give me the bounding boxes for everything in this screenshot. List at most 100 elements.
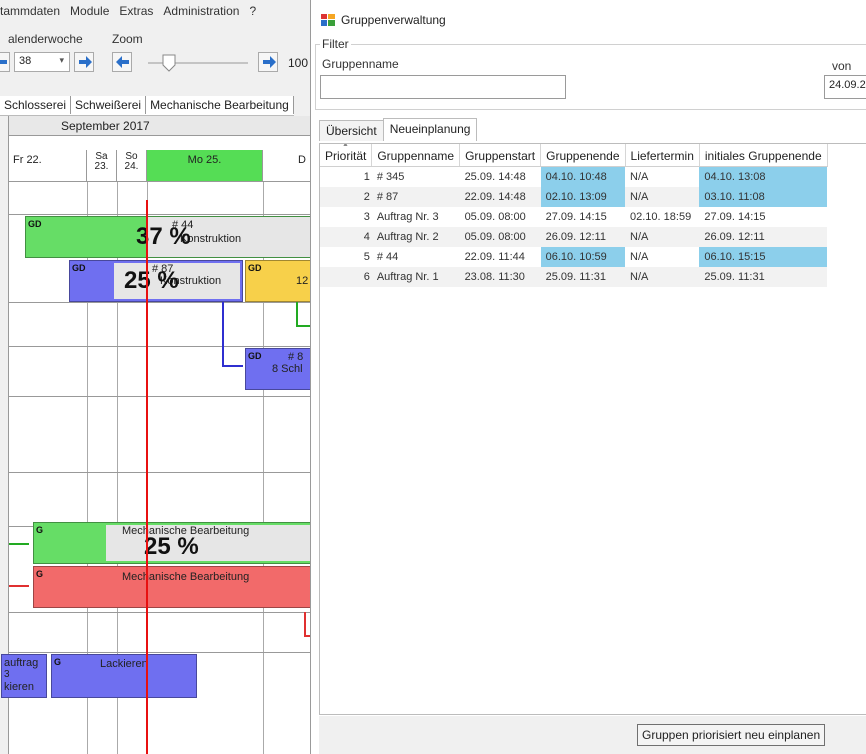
filter-label: Filter (320, 37, 351, 51)
column-header-initial-group-end[interactable]: initiales Gruppenende (699, 144, 828, 167)
menu-administration[interactable]: Administration (163, 4, 239, 18)
cell-priority: 2 (363, 190, 370, 203)
bar-percent: 25 % (144, 533, 199, 560)
menu-extras[interactable]: Extras (119, 4, 153, 18)
zoom-out-button[interactable] (112, 52, 132, 72)
cell-group-name: Auftrag Nr. 1 (376, 270, 439, 283)
menu-bar: tammdaten Module Extras Administration? (0, 4, 266, 22)
cell-priority: 5 (363, 250, 370, 263)
from-date-input[interactable]: 24.09.2 (824, 75, 866, 99)
table-row[interactable]: 1 # 345 25.09. 14:48 04.10. 10:48 N/A 04… (320, 166, 828, 187)
department-tabs: Schlosserei Schweißerei Mechanische Bearbe… (0, 96, 294, 116)
bar-label: Mechanische Bearbeitung (122, 571, 250, 583)
group-name-input[interactable] (320, 75, 566, 99)
cell-group-start: 25.09. 14:48 (464, 170, 526, 183)
group-name-label: Gruppenname (322, 57, 399, 71)
dialog-title: Gruppenverwaltung (341, 13, 446, 27)
cell-delivery-date: 02.10. 18:59 (630, 210, 692, 223)
cell-group-name: # 87 (376, 190, 399, 203)
table-header-row: ▲ Priorität Gruppenname Gruppenstart Grup… (320, 143, 828, 167)
gantt-bar[interactable]: G Lackieren (51, 654, 197, 698)
group-management-dialog: Gruppenverwaltung Filter Gruppenname von… (310, 0, 866, 754)
column-header-group-start[interactable]: Gruppenstart (459, 144, 542, 167)
bar-label: Lackieren (100, 658, 148, 670)
week-forward-button[interactable] (74, 52, 94, 72)
tab-uebersicht[interactable]: Übersicht (319, 120, 384, 141)
from-date-label: von (832, 59, 852, 73)
gantt-bar[interactable]: G Mechanische Bearbeitung (33, 566, 310, 608)
cell-priority: 3 (363, 210, 370, 223)
table-row[interactable]: 6 Auftrag Nr. 1 23.08. 11:30 25.09. 11:3… (320, 266, 828, 287)
menu-help[interactable]: ? (249, 4, 256, 18)
dialog-titlebar: Gruppenverwaltung (321, 10, 446, 30)
zoom-in-button[interactable] (258, 52, 278, 72)
cell-delivery-date: N/A (630, 230, 649, 243)
cell-group-end: 02.10. 13:09 (540, 186, 626, 207)
background-planning-app: tammdaten Module Extras Administration? ale… (0, 0, 310, 754)
groups-table: ▲ Priorität Gruppenname Gruppenstart Grup… (320, 144, 828, 287)
cell-group-end: 04.10. 10:48 (540, 166, 626, 187)
cell-priority: 4 (363, 230, 370, 243)
gantt-bar[interactable]: auftrag 3 kieren (1, 654, 47, 698)
cell-group-end: 27.09. 14:15 (545, 210, 607, 223)
arrow-left-icon (116, 56, 129, 68)
cell-group-name: Auftrag Nr. 3 (376, 210, 439, 223)
arrow-right-icon (263, 56, 276, 68)
column-header-group-name[interactable]: Gruppenname (371, 144, 461, 167)
gantt-bar[interactable]: G Mechanische Bearbeitung 25 % (33, 522, 310, 564)
menu-module[interactable]: Module (70, 4, 109, 18)
tab-neueinplanung[interactable]: Neueinplanung (382, 118, 478, 141)
cell-delivery-date: N/A (630, 250, 649, 263)
column-header-priority[interactable]: ▲ Priorität (320, 143, 373, 167)
week-select[interactable]: 38 ▾ (14, 52, 70, 72)
gd-icon: G (36, 525, 44, 535)
table-row[interactable]: 4 Auftrag Nr. 2 05.09. 08:00 26.09. 12:1… (320, 226, 828, 247)
column-header-label: Priorität (325, 149, 367, 163)
gantt-chart: September 2017 Fr 22. Sa 23. So 24. Mo 2… (1, 116, 310, 754)
current-time-line (146, 200, 148, 754)
gd-icon: G (36, 569, 44, 579)
cell-group-start: 05.09. 08:00 (464, 230, 526, 243)
bar-sub: 3 (4, 669, 10, 680)
cell-group-end: 26.09. 12:11 (545, 230, 606, 243)
cell-group-name: # 44 (376, 250, 399, 263)
table-row[interactable]: 2 # 87 22.09. 14:48 02.10. 13:09 N/A 03.… (320, 186, 828, 207)
calendar-week-label: alenderwoche (8, 32, 83, 46)
cell-initial-group-end: 27.09. 14:15 (704, 210, 766, 223)
sort-ascending-icon: ▲ (342, 143, 349, 148)
menu-stammdaten[interactable]: tammdaten (0, 4, 60, 18)
cell-delivery-date: N/A (630, 270, 649, 283)
cell-group-start: 22.09. 14:48 (464, 190, 526, 203)
column-header-delivery-date[interactable]: Liefertermin (625, 144, 700, 167)
cell-group-name: # 345 (376, 170, 405, 183)
cell-priority: 6 (363, 270, 370, 283)
zoom-slider-thumb[interactable] (162, 54, 176, 72)
arrow-right-icon (79, 56, 92, 68)
dialog-tabs: Übersicht Neueinplanung (319, 118, 478, 142)
cell-initial-group-end: 06.10. 15:15 (699, 246, 828, 267)
chevron-down-icon: ▾ (59, 55, 64, 65)
bar-sub: kieren (4, 681, 34, 693)
week-value: 38 (19, 55, 32, 67)
tab-schlosserei[interactable]: Schlosserei (0, 96, 72, 114)
table-row[interactable]: 3 Auftrag Nr. 3 05.09. 08:00 27.09. 14:1… (320, 207, 827, 227)
replan-prioritized-button[interactable]: Gruppen priorisiert neu einplanen (637, 724, 826, 746)
table-row[interactable]: 5 # 44 22.09. 11:44 06.10. 10:59 N/A 06.… (320, 246, 828, 267)
cell-delivery-date: N/A (630, 170, 649, 183)
week-back-button[interactable] (0, 52, 10, 72)
cell-initial-group-end: 04.10. 13:08 (699, 166, 828, 187)
cell-initial-group-end: 03.10. 11:08 (699, 186, 828, 207)
cell-group-end: 06.10. 10:59 (540, 246, 626, 267)
tab-mechanische-bearbeitung[interactable]: Mechanische Bearbeitung (146, 96, 294, 114)
cell-group-name: Auftrag Nr. 2 (376, 230, 439, 243)
replanning-grid: ▲ Priorität Gruppenname Gruppenstart Grup… (319, 143, 866, 715)
cell-delivery-date: N/A (630, 190, 649, 203)
cell-group-start: 23.08. 11:30 (464, 270, 525, 283)
zoom-label: Zoom (112, 32, 143, 46)
gd-icon: G (54, 657, 62, 667)
cell-group-start: 05.09. 08:00 (464, 210, 526, 223)
zoom-value: 100 (288, 56, 309, 70)
column-header-group-end[interactable]: Gruppenende (540, 144, 626, 167)
tab-schweisserei[interactable]: Schweißerei (71, 96, 147, 114)
arrow-left-icon (0, 56, 7, 68)
